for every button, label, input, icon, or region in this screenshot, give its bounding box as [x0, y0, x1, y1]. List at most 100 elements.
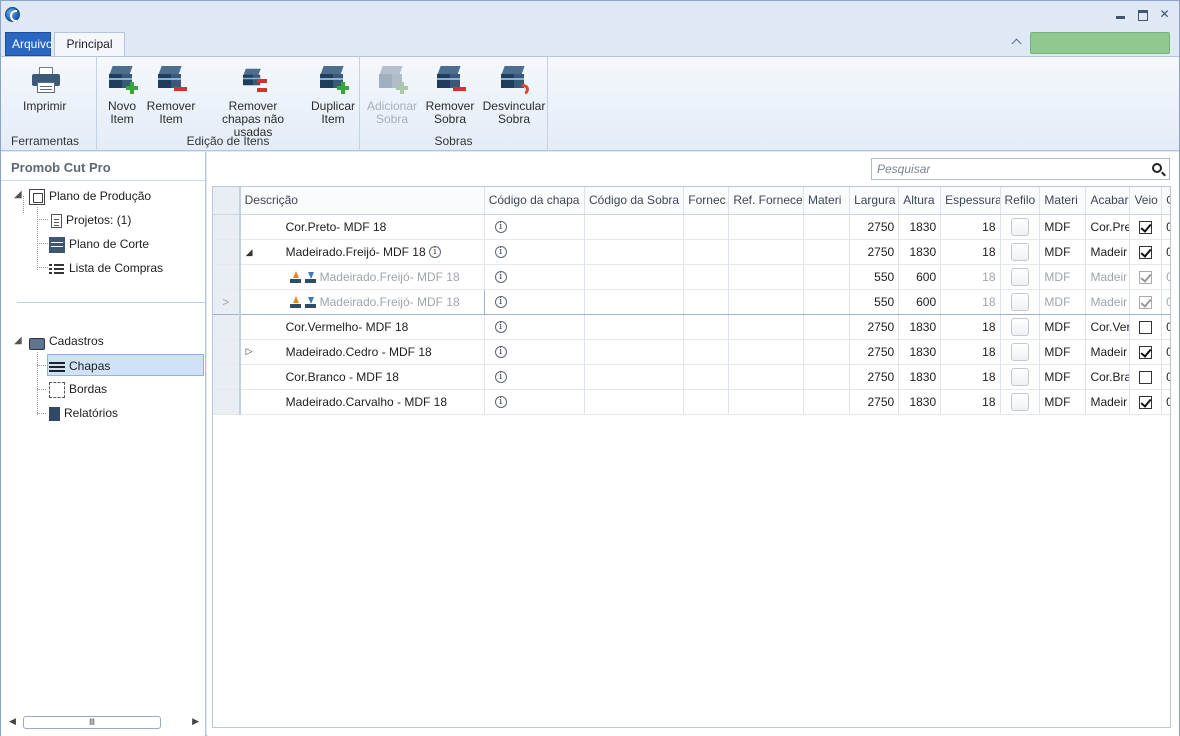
- cell-codigo-sobra[interactable]: [584, 314, 685, 340]
- cell-espessura[interactable]: 18: [940, 239, 1001, 265]
- refilo-button[interactable]: [1010, 392, 1029, 411]
- table-row[interactable]: ▷ Madeirado.Cedro - MDF 18 i 2750 1830 18 MDF M…: [213, 339, 1170, 365]
- cell-altura[interactable]: 1830: [898, 239, 942, 265]
- col-espessura[interactable]: Espessura: [940, 187, 1001, 215]
- cell-altura[interactable]: 1830: [898, 214, 942, 240]
- veio-checkbox[interactable]: [1139, 370, 1153, 384]
- col-fornecedor[interactable]: Fornec: [683, 187, 730, 215]
- table-row[interactable]: Cor.Preto- MDF 18 i 2750183018 MDFCor.Pre 0.…: [213, 214, 1170, 240]
- cell-largura[interactable]: 2750: [849, 389, 900, 415]
- search-input[interactable]: Pesquisar: [877, 162, 930, 176]
- cell-codigo-chapa[interactable]: i: [484, 314, 586, 340]
- remover-chapas-button[interactable]: Remover chapas não usadas: [201, 64, 305, 139]
- row-selector[interactable]: >: [213, 288, 241, 315]
- col-codigo-chapa[interactable]: Código da chapa: [484, 187, 586, 215]
- cell-material-2[interactable]: MDF: [1039, 389, 1087, 415]
- close-icon[interactable]: ✕: [1158, 8, 1171, 21]
- cell-custo[interactable]: 0.00: [1161, 288, 1170, 315]
- cell-largura[interactable]: 2750: [849, 239, 900, 265]
- cell-codigo-sobra[interactable]: [584, 389, 685, 415]
- tree-item-cadastros[interactable]: Cadastros: [29, 330, 104, 352]
- table-row[interactable]: Madeirado.Freijó- MDF 18 i 550 600 18 MDF Made…: [213, 264, 1170, 290]
- cell-custo[interactable]: 0.00: [1161, 339, 1170, 365]
- cell-material[interactable]: [803, 288, 851, 315]
- remover-item-button[interactable]: Remover Item: [145, 64, 197, 126]
- cell-altura[interactable]: 600: [898, 288, 942, 315]
- cell-codigo-sobra[interactable]: [584, 264, 685, 290]
- cell-descricao[interactable]: Cor.Branco - MDF 18: [239, 364, 485, 390]
- info-icon[interactable]: i: [429, 246, 441, 259]
- cell-ref-fornecedor[interactable]: [728, 389, 805, 415]
- tab-arquivo[interactable]: Arquivo: [5, 32, 53, 56]
- refilo-button[interactable]: [1010, 317, 1029, 336]
- scroll-left-icon[interactable]: ◀: [9, 716, 16, 727]
- veio-checkbox[interactable]: [1139, 395, 1153, 409]
- cell-descricao[interactable]: Cor.Vermelho- MDF 18: [239, 314, 485, 340]
- cell-espessura[interactable]: 18: [940, 264, 1001, 290]
- tab-principal[interactable]: Principal: [54, 32, 125, 56]
- search-icon[interactable]: [1152, 163, 1162, 173]
- cell-codigo-chapa[interactable]: i: [484, 364, 586, 390]
- cell-veio[interactable]: [1129, 264, 1163, 290]
- info-icon[interactable]: i: [494, 246, 507, 259]
- refilo-button[interactable]: [1010, 242, 1029, 261]
- cell-codigo-chapa[interactable]: i: [484, 288, 586, 315]
- cell-veio[interactable]: [1129, 314, 1163, 340]
- remover-sobra-button[interactable]: Remover Sobra: [424, 64, 476, 126]
- col-altura[interactable]: Altura: [898, 187, 942, 215]
- cell-custo[interactable]: 0.00: [1161, 214, 1170, 240]
- row-selector[interactable]: [213, 364, 241, 390]
- cell-material[interactable]: [803, 314, 851, 340]
- table-row[interactable]: Cor.Vermelho- MDF 18 i 2750 1830 18 MDF Cor.Ve…: [213, 314, 1170, 340]
- cell-descricao[interactable]: Cor.Preto- MDF 18: [239, 214, 485, 240]
- cell-fornecedor[interactable]: [683, 314, 730, 340]
- cell-material-2[interactable]: MDF: [1039, 239, 1087, 265]
- cell-altura[interactable]: 1830: [898, 339, 942, 365]
- cell-fornecedor[interactable]: [683, 239, 730, 265]
- cell-veio[interactable]: [1129, 364, 1163, 390]
- veio-checkbox[interactable]: [1139, 245, 1153, 259]
- collapse-arrow-icon[interactable]: ◢: [14, 335, 22, 346]
- cell-material[interactable]: [803, 214, 851, 240]
- row-selector[interactable]: [213, 214, 241, 240]
- col-ref-fornecedor[interactable]: Ref. Fornece: [728, 187, 805, 215]
- minimize-icon[interactable]: [1114, 8, 1127, 21]
- refilo-button[interactable]: [1010, 367, 1029, 386]
- col-descricao[interactable]: Descrição: [239, 187, 485, 215]
- veio-checkbox[interactable]: [1139, 295, 1153, 309]
- imprimir-button[interactable]: Imprimir: [23, 64, 66, 113]
- cell-refilo[interactable]: [1000, 339, 1041, 365]
- tree-item-chapas[interactable]: Chapas: [47, 354, 204, 376]
- veio-checkbox[interactable]: [1139, 220, 1153, 234]
- cell-fornecedor[interactable]: [683, 364, 730, 390]
- refilo-button[interactable]: [1010, 217, 1029, 236]
- tree-item-plano-corte[interactable]: Plano de Corte: [49, 233, 149, 255]
- cell-espessura[interactable]: 18: [940, 314, 1001, 340]
- cell-custo[interactable]: 0.00: [1161, 264, 1170, 290]
- cell-refilo[interactable]: [1000, 288, 1041, 315]
- collapse-arrow-icon[interactable]: ◢: [14, 189, 22, 200]
- cell-ref-fornecedor[interactable]: [728, 264, 805, 290]
- cell-veio[interactable]: [1129, 288, 1163, 315]
- tree-item-lista-compras[interactable]: Lista de Compras: [49, 257, 163, 279]
- cell-largura[interactable]: 550: [849, 288, 900, 315]
- cell-refilo[interactable]: [1000, 264, 1041, 290]
- cell-ref-fornecedor[interactable]: [728, 214, 805, 240]
- cell-refilo[interactable]: [1000, 389, 1041, 415]
- scroll-thumb[interactable]: Ⅲ: [23, 716, 161, 729]
- tree-item-projetos[interactable]: Projetos: (1): [51, 209, 131, 231]
- cell-material[interactable]: [803, 389, 851, 415]
- veio-checkbox[interactable]: [1139, 320, 1153, 334]
- desvincular-sobra-button[interactable]: Desvincular Sobra: [481, 64, 547, 126]
- cell-descricao[interactable]: Madeirado.Freijó- MDF 18: [239, 264, 485, 290]
- cell-descricao[interactable]: ◢ Madeirado.Freijó- MDF 18 i: [239, 239, 485, 265]
- col-material[interactable]: Materi: [803, 187, 851, 215]
- cell-codigo-sobra[interactable]: [584, 214, 685, 240]
- cell-material-2[interactable]: MDF: [1039, 339, 1087, 365]
- cell-veio[interactable]: [1129, 339, 1163, 365]
- cell-refilo[interactable]: [1000, 239, 1041, 265]
- tree-item-relatorios[interactable]: Relatórios: [49, 402, 118, 424]
- cell-acabamento[interactable]: Madeir: [1085, 389, 1131, 415]
- table-row[interactable]: Cor.Branco - MDF 18 i 2750 1830 18 MDF Cor.Bra…: [213, 364, 1170, 390]
- cell-codigo-sobra[interactable]: [584, 239, 685, 265]
